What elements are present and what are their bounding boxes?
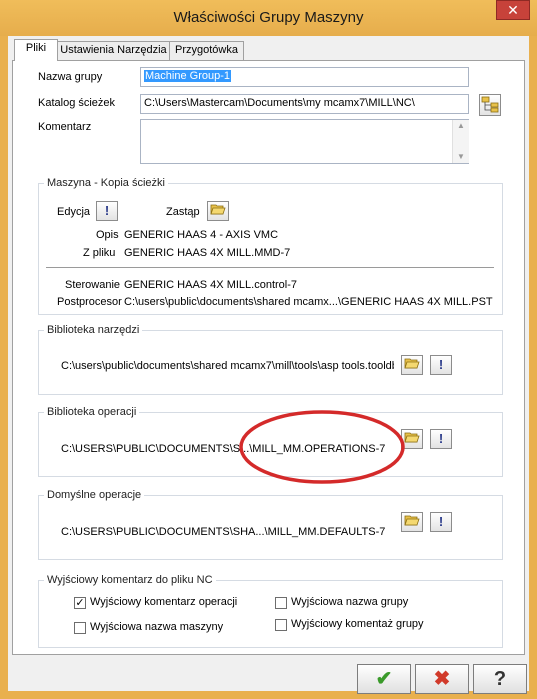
desc-value: GENERIC HAAS 4 - AXIS VMC (124, 229, 279, 241)
replace-label: Zastąp (166, 206, 200, 218)
folder-tree-icon (481, 96, 499, 113)
post-value: C:\users\public\documents\shared mcamx..… (124, 296, 493, 308)
group-name-checkbox[interactable] (275, 597, 287, 609)
group-name-label: Nazwa grupy (38, 71, 103, 83)
default-ops-title: Domyślne operacje (44, 489, 145, 501)
group-comment-output-label: Wyjściowy komentaż grupy (291, 618, 424, 630)
exclamation-icon: ! (438, 357, 444, 372)
path-label: Katalog ścieżek (38, 97, 116, 109)
comment-textarea[interactable] (140, 119, 469, 164)
ops-library-title: Biblioteka operacji (44, 406, 140, 418)
exclamation-icon: ! (438, 514, 444, 529)
edit-machine-button[interactable]: ! (96, 201, 118, 221)
tool-library-edit-button[interactable]: ! (430, 355, 452, 375)
desc-label: Opis (96, 229, 119, 241)
comment-scrollbar[interactable]: ▲ ▼ (452, 120, 469, 163)
machine-divider (46, 267, 494, 268)
x-icon: ✖ (433, 668, 451, 690)
machine-group-title: Maszyna - Kopia ścieżki (44, 177, 168, 189)
default-ops-open-button[interactable] (401, 512, 423, 532)
help-button[interactable]: ? (473, 664, 527, 694)
annotation-ellipse (239, 410, 405, 484)
default-ops-edit-button[interactable]: ! (430, 512, 452, 532)
question-icon: ? (493, 668, 507, 690)
open-folder-icon (210, 204, 226, 215)
folder-tree-button[interactable] (479, 94, 501, 116)
tab-ustawienia-narzedzia[interactable]: Ustawienia Narzędzia (57, 41, 170, 60)
tab-przygotowka[interactable]: Przygotówka (169, 41, 244, 60)
default-ops-path: C:\USERS\PUBLIC\DOCUMENTS\SHA...\MILL_MM… (61, 526, 386, 538)
scroll-down-icon[interactable]: ▼ (453, 151, 469, 163)
tool-library-path: C:\users\public\documents\shared mcamx7\… (61, 360, 394, 372)
op-comment-label: Wyjściowy komentarz operacji (90, 596, 238, 608)
tool-library-open-button[interactable] (401, 355, 423, 375)
window-title: Właściwości Grupy Maszyny (173, 9, 364, 26)
ops-library-edit-button[interactable]: ! (430, 429, 452, 449)
nc-comments-group (38, 580, 503, 648)
group-comment-checkbox[interactable] (275, 619, 287, 631)
exclamation-icon: ! (104, 203, 110, 218)
group-name-value: Machine Group-1 (144, 70, 231, 82)
machine-name-checkbox[interactable] (74, 622, 86, 634)
op-comment-checkbox[interactable]: ✓ (74, 597, 86, 609)
post-label: Postprocesor (57, 296, 122, 308)
file-label: Z pliku (83, 247, 116, 259)
nc-comments-title: Wyjściowy komentarz do pliku NC (44, 574, 216, 586)
ok-button[interactable]: ✔ (357, 664, 411, 694)
machine-name-output-label: Wyjściowa nazwa maszyny (90, 621, 224, 633)
group-name-output-label: Wyjściowa nazwa grupy (291, 596, 409, 608)
control-label: Sterowanie (65, 279, 121, 291)
scroll-up-icon[interactable]: ▲ (453, 120, 469, 132)
control-value: GENERIC HAAS 4X MILL.control-7 (124, 279, 298, 291)
edit-label: Edycja (57, 206, 91, 218)
exclamation-icon: ! (438, 431, 444, 446)
cancel-button[interactable]: ✖ (415, 664, 469, 694)
file-value: GENERIC HAAS 4X MILL.MMD-7 (124, 247, 291, 259)
path-input[interactable]: C:\Users\Mastercam\Documents\my mcamx7\M… (140, 94, 469, 114)
close-button[interactable]: ✕ (496, 0, 530, 20)
checkmark-icon: ✓ (75, 597, 85, 609)
replace-machine-button[interactable] (207, 201, 229, 221)
tool-library-title: Biblioteka narzędzi (44, 324, 143, 336)
open-folder-icon (404, 358, 420, 369)
open-folder-icon (404, 515, 420, 526)
tab-pliki[interactable]: Pliki (14, 39, 58, 61)
comment-label: Komentarz (38, 121, 92, 133)
check-icon: ✔ (375, 668, 393, 690)
group-name-input[interactable]: Machine Group-1 (140, 67, 469, 87)
